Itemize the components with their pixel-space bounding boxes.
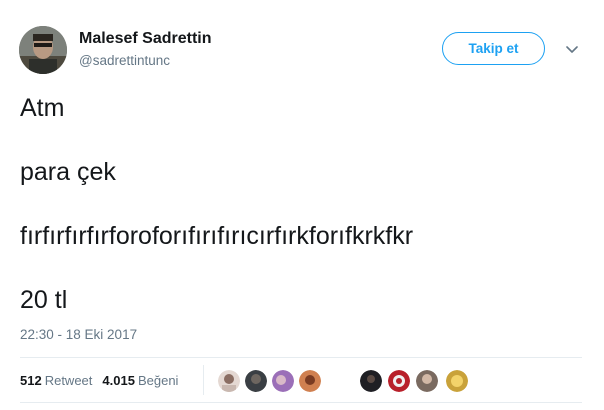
liker-avatar-2[interactable] xyxy=(245,370,267,392)
divider xyxy=(20,402,582,403)
divider xyxy=(20,357,582,358)
liker-avatar-8[interactable] xyxy=(446,370,468,392)
liker-avatar-4[interactable] xyxy=(299,370,321,392)
liker-avatar-1[interactable] xyxy=(218,370,240,392)
display-name[interactable]: Malesef Sadrettin xyxy=(79,30,211,48)
like-count-number: 4.015 xyxy=(102,373,135,388)
tweet-card: Malesef Sadrettin @sadrettintunc Takip e… xyxy=(0,0,604,410)
liker-avatar-3[interactable] xyxy=(272,370,294,392)
avatar-image xyxy=(19,26,67,74)
retweet-count-label: Retweet xyxy=(44,373,93,388)
tweet-timestamp[interactable]: 22:30 - 18 Eki 2017 xyxy=(20,327,137,342)
like-count-label: Beğeni xyxy=(137,373,179,388)
like-count[interactable]: 4.015 Beğeni xyxy=(102,373,178,388)
liker-avatar-7[interactable] xyxy=(416,370,438,392)
retweet-count[interactable]: 512 Retweet xyxy=(20,373,92,388)
user-avatar[interactable] xyxy=(19,26,67,74)
chevron-down-icon[interactable] xyxy=(562,42,582,58)
tweet-text-line-3: fırfırfırfırforoforıfırıfırıcırfırkforıf… xyxy=(20,222,414,250)
tweet-text-line-4: 20 tl xyxy=(20,286,68,314)
tweet-text-line-1: Atm xyxy=(20,94,65,122)
follow-button[interactable]: Takip et xyxy=(442,32,545,65)
tweet-stats: 512 Retweet 4.015 Beğeni xyxy=(20,373,188,388)
user-handle[interactable]: @sadrettintunc xyxy=(79,53,170,68)
tweet-text-line-2: para çek xyxy=(20,158,116,186)
liker-avatar-5[interactable] xyxy=(360,370,382,392)
retweet-count-number: 512 xyxy=(20,373,42,388)
stats-divider xyxy=(203,365,204,395)
liker-avatar-6[interactable] xyxy=(388,370,410,392)
